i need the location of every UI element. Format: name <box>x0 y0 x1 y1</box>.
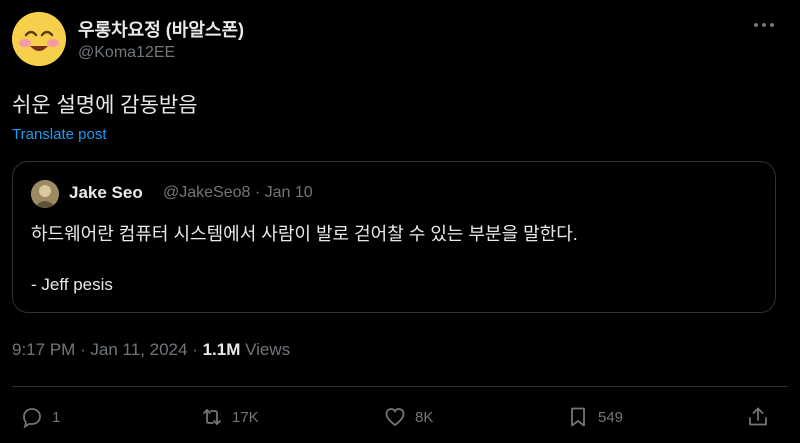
quoted-post-text: 하드웨어란 컴퓨터 시스템에서 사람이 발로 걷어찰 수 있는 부분을 말한다. <box>31 224 578 244</box>
post-datetime[interactable]: 9:17 PM · Jan 11, 2024 · <box>12 340 203 359</box>
like-count: 8K <box>415 408 434 426</box>
quoted-post[interactable]: Jake Seo @JakeSeo8 · Jan 10 하드웨어란 컴퓨터 시스… <box>12 161 776 313</box>
quoted-author-avatar[interactable] <box>31 180 59 208</box>
share-button[interactable] <box>746 403 770 431</box>
repost-button[interactable]: 17K <box>200 403 259 431</box>
divider <box>12 386 788 387</box>
author-handle[interactable]: @Koma12EE <box>78 44 175 62</box>
share-icon <box>749 407 767 426</box>
repost-icon <box>203 409 221 425</box>
post-meta: 9:17 PM · Jan 11, 2024 · 1.1M Views <box>12 340 290 360</box>
bookmark-icon <box>571 407 585 427</box>
like-button[interactable]: 8K <box>383 403 433 431</box>
author-display-name[interactable]: 우롱차요정 (바알스폰) <box>78 16 244 42</box>
heart-icon <box>385 408 405 427</box>
reply-count: 1 <box>52 408 61 426</box>
post-text: 쉬운 설명에 감동받음 <box>12 94 198 117</box>
more-options-icon[interactable] <box>752 14 782 38</box>
bookmark-button[interactable]: 549 <box>566 403 623 431</box>
reply-icon <box>23 408 41 429</box>
quoted-attribution: - Jeff pesis <box>31 275 113 294</box>
smiling-face-icon <box>12 12 66 66</box>
quoted-author-name[interactable]: Jake Seo <box>69 183 143 203</box>
author-avatar[interactable] <box>12 12 66 66</box>
repost-count: 17K <box>232 408 259 426</box>
views-label: Views <box>240 340 291 359</box>
avatar-image-icon <box>31 180 59 208</box>
bookmark-count: 549 <box>598 408 624 426</box>
translate-post-link[interactable]: Translate post <box>12 126 107 143</box>
views-count: 1.1M <box>202 340 241 359</box>
reply-button[interactable]: 1 <box>20 403 60 431</box>
quoted-author-meta: @JakeSeo8 · Jan 10 <box>163 184 313 201</box>
